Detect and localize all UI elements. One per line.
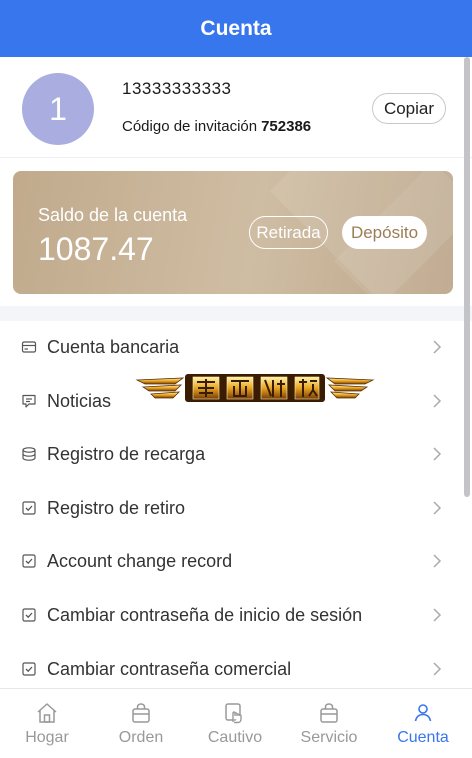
checkbox-icon	[22, 608, 36, 622]
menu-item-recharge-record[interactable]: Registro de recarga	[0, 428, 472, 481]
menu-item-bank-account[interactable]: Cuenta bancaria	[0, 321, 472, 374]
menu-item-account-change-record[interactable]: Account change record	[0, 535, 472, 588]
tab-label: Cuenta	[397, 729, 449, 746]
chevron-right-icon	[433, 447, 442, 461]
menu-item-label: Registro de retiro	[47, 498, 186, 518]
menu-item-label: Noticias	[47, 391, 112, 411]
user-icon	[414, 704, 432, 722]
withdraw-button[interactable]: Retirada	[249, 216, 328, 249]
tab-account[interactable]: Cuenta	[376, 689, 470, 758]
invitation-code-row: Código de invitación 752386	[122, 118, 311, 135]
menu-item-label: Cambiar contraseña de inicio de sesión	[47, 605, 363, 625]
scrollbar[interactable]	[464, 57, 470, 497]
chevron-right-icon	[433, 501, 442, 515]
balance-card: Saldo de la cuenta 1087.47 Retirada Depó…	[13, 171, 453, 294]
checkbox-icon	[22, 554, 36, 568]
avatar[interactable]: 1	[22, 73, 94, 145]
chevron-right-icon	[433, 340, 442, 354]
invitation-code-value: 752386	[261, 118, 312, 135]
balance-amount: 1087.47	[38, 231, 154, 267]
tab-service[interactable]: Servicio	[282, 689, 376, 758]
checkbox-icon	[22, 662, 36, 676]
profile-section: 1 13333333333 Código de invitación 752386…	[0, 57, 472, 158]
tab-label: Cautivo	[207, 729, 263, 746]
menu-item-change-login-password[interactable]: Cambiar contraseña de inicio de sesión	[0, 589, 472, 642]
copy-button[interactable]: Copiar	[372, 93, 446, 124]
bottom-tab-bar: Hogar Orden Cautivo Servicio Cuenta	[0, 688, 472, 758]
invitation-code-label: Código de invitación	[122, 118, 258, 135]
tab-label: Hogar	[25, 729, 69, 746]
chevron-right-icon	[433, 662, 442, 676]
menu-item-label: Registro de recarga	[47, 444, 206, 464]
checkbox-icon	[22, 501, 36, 515]
chevron-right-icon	[433, 394, 442, 408]
coins-icon	[22, 447, 36, 461]
deposit-button[interactable]: Depósito	[342, 216, 427, 249]
balance-section: Saldo de la cuenta 1087.47 Retirada Depó…	[0, 158, 472, 306]
tab-label: Orden	[118, 729, 164, 746]
bag-icon	[320, 703, 338, 723]
page-title: Cuenta	[200, 16, 272, 40]
home-icon	[37, 703, 57, 723]
phone-number: 13333333333	[122, 79, 232, 98]
menu-item-withdrawal-record[interactable]: Registro de retiro	[0, 482, 472, 535]
bag-icon	[132, 703, 150, 723]
menu-item-label: Account change record	[47, 551, 233, 571]
scrollbar-thumb[interactable]	[464, 57, 470, 497]
app-header: Cuenta	[0, 0, 472, 57]
hand-icon	[225, 703, 242, 724]
tab-captive[interactable]: Cautivo	[188, 689, 282, 758]
tab-order[interactable]: Orden	[94, 689, 188, 758]
message-icon	[22, 394, 36, 408]
tab-label: Servicio	[300, 729, 358, 746]
menu-item-label: Cuenta bancaria	[47, 337, 180, 357]
chevron-right-icon	[433, 554, 442, 568]
menu-item-label: Cambiar contraseña comercial	[47, 659, 292, 679]
balance-label: Saldo de la cuenta	[38, 205, 188, 225]
tab-home[interactable]: Hogar	[0, 689, 94, 758]
card-icon	[21, 341, 37, 353]
chevron-right-icon	[433, 608, 442, 622]
winged-logo-watermark	[135, 374, 375, 402]
